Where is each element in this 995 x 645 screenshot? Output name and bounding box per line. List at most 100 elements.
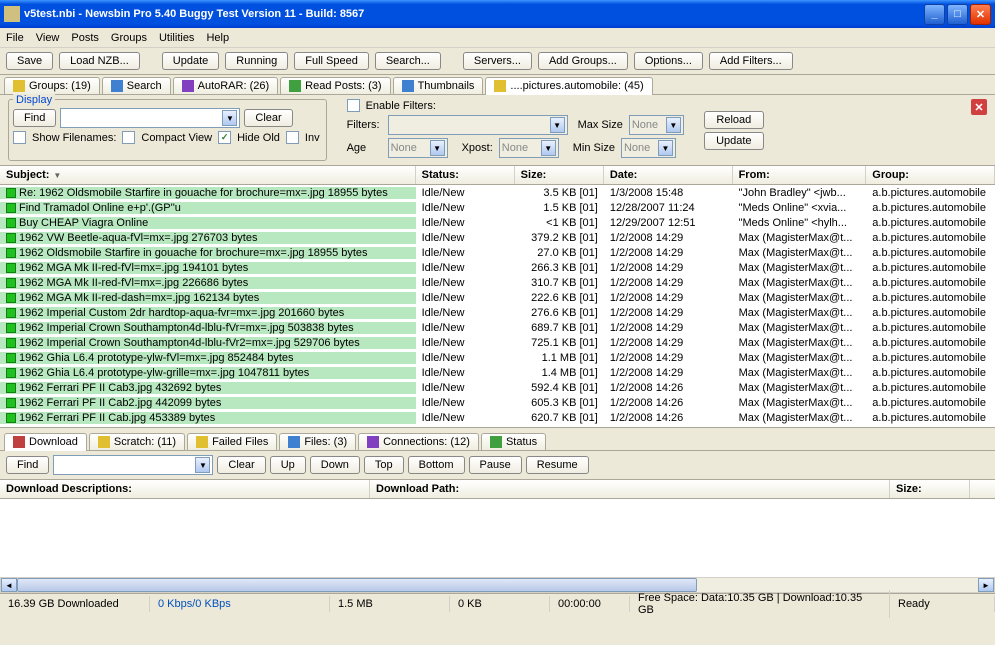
post-icon xyxy=(6,293,16,303)
download-list[interactable] xyxy=(0,499,995,577)
enable-filters-label: Enable Filters: xyxy=(366,100,436,112)
close-button[interactable]: ✕ xyxy=(970,4,991,25)
post-icon xyxy=(6,203,16,213)
post-date: 1/2/2008 14:29 xyxy=(604,277,733,289)
find-button[interactable]: Find xyxy=(13,109,56,127)
tab-groups[interactable]: Groups: (19) xyxy=(4,77,100,94)
filter-panel: Display Find ▼ Clear Show Filenames: Com… xyxy=(0,95,995,165)
post-size: 620.7 KB [01] xyxy=(515,412,604,424)
age-combo[interactable]: None▼ xyxy=(388,138,448,158)
scroll-left-icon[interactable]: ◄ xyxy=(1,578,17,592)
list-item[interactable]: 1962 Imperial Custom 2dr hardtop-aqua-fv… xyxy=(0,305,995,320)
tab-icon xyxy=(13,436,25,448)
show-filenames-checkbox[interactable] xyxy=(13,131,26,144)
list-item[interactable]: 1962 MGA Mk II-red-fVl=mx=.jpg 226686 by… xyxy=(0,275,995,290)
tab-download[interactable]: Download xyxy=(4,433,87,451)
addgroups-button[interactable]: Add Groups... xyxy=(538,52,628,70)
post-subject: 1962 Ferrari PF II Cab2.jpg 442099 bytes xyxy=(19,397,221,409)
clear-button-2[interactable]: Clear xyxy=(217,456,265,474)
tab-thumbnails[interactable]: Thumbnails xyxy=(393,77,484,94)
col-status[interactable]: Status: xyxy=(416,166,515,184)
col-size[interactable]: Size: xyxy=(515,166,604,184)
list-item[interactable]: Re: 1962 Oldsmobile Starfire in gouache … xyxy=(0,185,995,200)
list-item[interactable]: 1962 MGA Mk II-red-fVl=mx=.jpg 194101 by… xyxy=(0,260,995,275)
options-button[interactable]: Options... xyxy=(634,52,703,70)
inv-checkbox[interactable] xyxy=(286,131,299,144)
hide-old-checkbox[interactable] xyxy=(218,131,231,144)
tab-icon xyxy=(490,436,502,448)
save-button[interactable]: Save xyxy=(6,52,53,70)
list-item[interactable]: 1962 Ferrari PF II Cab2.jpg 442099 bytes… xyxy=(0,395,995,410)
menu-utilities[interactable]: Utilities xyxy=(159,32,194,44)
fullspeed-button[interactable]: Full Speed xyxy=(294,52,369,70)
search-button[interactable]: Search... xyxy=(375,52,441,70)
maximize-button[interactable]: □ xyxy=(947,4,968,25)
list-item[interactable]: 1962 Ghia L6.4 prototype-ylw-fVl=mx=.jpg… xyxy=(0,350,995,365)
list-item[interactable]: Find Tramadol Online e+p'.(GP''uIdle/New… xyxy=(0,200,995,215)
scroll-right-icon[interactable]: ► xyxy=(978,578,994,592)
maxsize-combo[interactable]: None▼ xyxy=(629,115,684,135)
post-subject: 1962 Ferrari PF II Cab.jpg 453389 bytes xyxy=(19,412,215,424)
running-button[interactable]: Running xyxy=(225,52,288,70)
list-item[interactable]: 1962 Ghia L6.4 prototype-ylw-grille=mx=.… xyxy=(0,365,995,380)
xpost-combo[interactable]: None▼ xyxy=(499,138,559,158)
clear-button[interactable]: Clear xyxy=(244,109,292,127)
tab-scratch[interactable]: Scratch: (11) xyxy=(89,433,185,450)
tab-failedfiles[interactable]: Failed Files xyxy=(187,433,277,450)
update-button[interactable]: Update xyxy=(704,132,764,150)
list-item[interactable]: 1962 Ferrari PF II Cab3.jpg 432692 bytes… xyxy=(0,380,995,395)
tab-files[interactable]: Files: (3) xyxy=(279,433,356,450)
menu-view[interactable]: View xyxy=(36,32,60,44)
list-item[interactable]: 1962 Imperial Crown Southampton4d-lblu-f… xyxy=(0,320,995,335)
find-button-2[interactable]: Find xyxy=(6,456,49,474)
enable-filters-checkbox[interactable] xyxy=(347,99,360,112)
post-list[interactable]: Re: 1962 Oldsmobile Starfire in gouache … xyxy=(0,185,995,427)
tab-connections[interactable]: Connections: (12) xyxy=(358,433,479,450)
tab-readposts[interactable]: Read Posts: (3) xyxy=(280,77,390,94)
list-item[interactable]: 1962 MGA Mk II-red-dash=mx=.jpg 162134 b… xyxy=(0,290,995,305)
find-combo[interactable]: ▼ xyxy=(60,108,240,128)
col-date[interactable]: Date: xyxy=(604,166,733,184)
dl-col-path[interactable]: Download Path: xyxy=(370,480,890,498)
post-status: Idle/New xyxy=(416,307,515,319)
down-button[interactable]: Down xyxy=(310,456,360,474)
update-button[interactable]: Update xyxy=(162,52,219,70)
close-tab-icon[interactable]: ✕ xyxy=(971,99,987,115)
col-from[interactable]: From: xyxy=(733,166,867,184)
tab-autorar[interactable]: AutoRAR: (26) xyxy=(173,77,279,94)
up-button[interactable]: Up xyxy=(270,456,306,474)
top-button[interactable]: Top xyxy=(364,456,404,474)
menu-groups[interactable]: Groups xyxy=(111,32,147,44)
tab-picturesautomobile[interactable]: ....pictures.automobile: (45) xyxy=(485,77,652,95)
pause-button[interactable]: Pause xyxy=(469,456,522,474)
list-item[interactable]: Buy CHEAP Viagra OnlineIdle/New<1 KB [01… xyxy=(0,215,995,230)
dl-col-size[interactable]: Size: xyxy=(890,480,970,498)
list-item[interactable]: 1962 Oldsmobile Starfire in gouache for … xyxy=(0,245,995,260)
tab-status[interactable]: Status xyxy=(481,433,546,450)
resume-button[interactable]: Resume xyxy=(526,456,589,474)
menu-file[interactable]: File xyxy=(6,32,24,44)
bottom-button[interactable]: Bottom xyxy=(408,456,465,474)
menu-posts[interactable]: Posts xyxy=(71,32,99,44)
menu-help[interactable]: Help xyxy=(206,32,229,44)
reload-button[interactable]: Reload xyxy=(704,111,764,129)
list-item[interactable]: 1962 Ferrari 400 Superamerica Berlinetta… xyxy=(0,425,995,427)
addfilters-button[interactable]: Add Filters... xyxy=(709,52,793,70)
list-item[interactable]: 1962 Imperial Crown Southampton4d-lblu-f… xyxy=(0,335,995,350)
col-group[interactable]: Group: xyxy=(866,166,995,184)
minimize-button[interactable]: _ xyxy=(924,4,945,25)
dl-col-desc[interactable]: Download Descriptions: xyxy=(0,480,370,498)
list-item[interactable]: 1962 Ferrari PF II Cab.jpg 453389 bytesI… xyxy=(0,410,995,425)
minsize-combo[interactable]: None▼ xyxy=(621,138,676,158)
servers-button[interactable]: Servers... xyxy=(463,52,532,70)
post-subject: Find Tramadol Online e+p'.(GP''u xyxy=(19,202,181,214)
scroll-thumb[interactable] xyxy=(17,578,697,592)
filters-combo[interactable]: ▼ xyxy=(388,115,568,135)
col-subject[interactable]: Subject:▼ xyxy=(0,166,416,184)
loadnzb-button[interactable]: Load NZB... xyxy=(59,52,140,70)
compact-view-checkbox[interactable] xyxy=(122,131,135,144)
list-item[interactable]: 1962 VW Beetle-aqua-fVl=mx=.jpg 276703 b… xyxy=(0,230,995,245)
tab-search[interactable]: Search xyxy=(102,77,171,94)
find-combo-2[interactable]: ▼ xyxy=(53,455,213,475)
post-group: a.b.pictures.automobile xyxy=(866,427,995,428)
